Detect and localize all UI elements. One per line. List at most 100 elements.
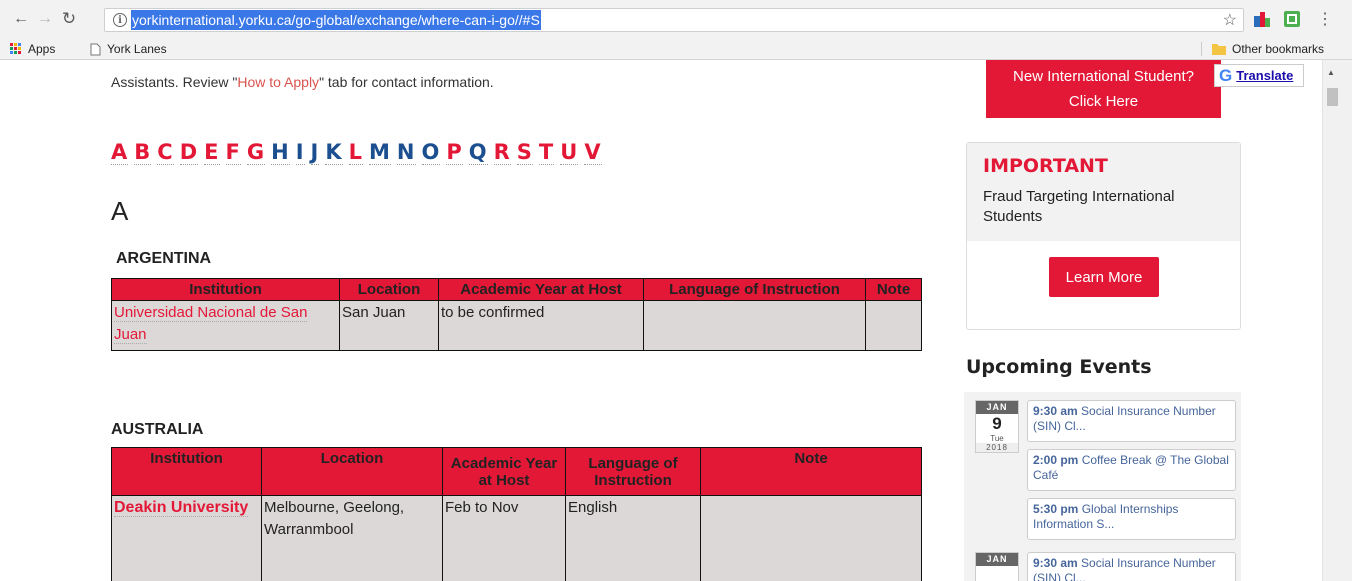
learn-more-button[interactable]: Learn More bbox=[1049, 257, 1159, 297]
letter-link-j[interactable]: J bbox=[310, 140, 320, 165]
browser-toolbar: ← → ↻ i yorkinternational.yorku.ca/go-gl… bbox=[0, 0, 1352, 38]
letter-link-o[interactable]: O bbox=[421, 140, 441, 165]
letter-link-i[interactable]: I bbox=[295, 140, 305, 165]
apps-grid-icon bbox=[10, 43, 21, 54]
letter-link-d[interactable]: D bbox=[179, 140, 199, 165]
bookmark-york-lanes-label: York Lanes bbox=[107, 42, 167, 56]
bookmarks-divider bbox=[1201, 42, 1202, 56]
cell-academic-year: to be confirmed bbox=[438, 300, 644, 351]
cal-year: 2018 bbox=[976, 443, 1018, 452]
menu-icon[interactable]: ⋮ bbox=[1314, 8, 1336, 30]
australia-table: Institution Location Academic Year at Ho… bbox=[111, 447, 922, 581]
cell-location: San Juan bbox=[339, 300, 439, 351]
how-to-apply-link[interactable]: How to Apply bbox=[237, 74, 319, 90]
letter-link-e[interactable]: E bbox=[204, 140, 220, 165]
argentina-table: Institution Location Academic Year at Ho… bbox=[111, 278, 922, 351]
forward-arrow-icon[interactable]: → bbox=[34, 8, 56, 30]
col-language: Language of Instruction bbox=[643, 278, 866, 301]
event-time: 9:30 am bbox=[1033, 404, 1078, 418]
intro-text-before: Assistants. Review " bbox=[111, 74, 238, 90]
page-icon bbox=[90, 43, 101, 55]
back-arrow-icon[interactable]: ← bbox=[10, 8, 32, 30]
translate-link[interactable]: Translate bbox=[1236, 68, 1293, 83]
col-academic-year: Academic Year at Host bbox=[438, 278, 644, 301]
event-item[interactable]: 5:30 pm Global Internships Information S… bbox=[1027, 498, 1236, 540]
cell-language: English bbox=[565, 495, 701, 581]
calendar-date-badge: JAN bbox=[975, 552, 1019, 581]
cal-month: JAN bbox=[976, 401, 1018, 414]
letter-link-k[interactable]: K bbox=[325, 140, 343, 165]
important-title: IMPORTANT bbox=[983, 155, 1108, 177]
bookmark-york-lanes[interactable]: York Lanes bbox=[90, 41, 167, 57]
table-row: Deakin University Melbourne, Geelong, Wa… bbox=[111, 495, 922, 581]
scroll-up-arrow-icon[interactable]: ▲ bbox=[1327, 68, 1335, 77]
new-student-button[interactable]: New International Student? Click Here bbox=[986, 60, 1221, 118]
event-item[interactable]: 2:00 pm Coffee Break @ The Global Café bbox=[1027, 449, 1236, 491]
cell-academic-year: Feb to Nov bbox=[442, 495, 566, 581]
intro-text-after: " tab for contact information. bbox=[319, 74, 494, 90]
event-time: 9:30 am bbox=[1033, 556, 1078, 570]
letter-link-u[interactable]: U bbox=[560, 140, 579, 165]
letter-link-v[interactable]: V bbox=[584, 140, 602, 165]
col-language: Language of Instruction bbox=[565, 447, 701, 496]
extension-icon[interactable] bbox=[1253, 10, 1271, 28]
other-bookmarks-label: Other bookmarks bbox=[1232, 42, 1325, 56]
col-institution: Institution bbox=[111, 278, 340, 301]
other-bookmarks[interactable]: Other bookmarks bbox=[1212, 41, 1324, 57]
letter-link-l[interactable]: L bbox=[348, 140, 364, 165]
letter-link-p[interactable]: P bbox=[446, 140, 463, 165]
cell-note bbox=[865, 300, 922, 351]
cell-language bbox=[643, 300, 866, 351]
important-text: Fraud Targeting International Students bbox=[983, 188, 1175, 225]
col-institution: Institution bbox=[111, 447, 262, 496]
translate-widget[interactable]: G Translate bbox=[1214, 64, 1304, 87]
info-icon[interactable]: i bbox=[113, 13, 127, 27]
intro-text: Assistants. Review "How to Apply" tab fo… bbox=[111, 74, 494, 90]
institution-link[interactable]: Universidad Nacional de San Juan bbox=[114, 304, 308, 344]
new-student-line1: New International Student? bbox=[1013, 68, 1194, 85]
letter-link-h[interactable]: H bbox=[271, 140, 290, 165]
letter-link-n[interactable]: N bbox=[396, 140, 416, 165]
letter-link-q[interactable]: Q bbox=[468, 140, 488, 165]
calendar-date-badge: JAN 9 Tue 2018 bbox=[975, 400, 1019, 453]
table-header-row: Institution Location Academic Year at Ho… bbox=[111, 447, 922, 496]
cal-day: 9 bbox=[992, 414, 1002, 433]
event-time: 5:30 pm bbox=[1033, 502, 1079, 516]
alphabet-nav: A B C D E F G H I J K L M N O P Q R S T … bbox=[111, 140, 602, 165]
new-student-line2: Click Here bbox=[1068, 93, 1139, 110]
scroll-thumb[interactable] bbox=[1327, 88, 1338, 106]
url-text[interactable]: yorkinternational.yorku.ca/go-global/exc… bbox=[131, 10, 541, 30]
star-icon[interactable]: ☆ bbox=[1223, 10, 1237, 30]
event-time: 2:00 pm bbox=[1033, 453, 1079, 467]
letter-link-r[interactable]: R bbox=[493, 140, 511, 165]
event-item[interactable]: 9:30 am Social Insurance Number (SIN) Cl… bbox=[1027, 552, 1236, 581]
country-heading-australia: AUSTRALIA bbox=[111, 421, 204, 438]
letter-link-a[interactable]: A bbox=[111, 140, 129, 165]
institution-link[interactable]: Deakin University bbox=[114, 499, 249, 517]
bookmarks-bar: Apps York Lanes Other bookmarks bbox=[0, 38, 1352, 60]
col-academic-year: Academic Year at Host bbox=[442, 447, 566, 496]
important-header: IMPORTANT Fraud Targeting International … bbox=[967, 143, 1240, 241]
letter-link-g[interactable]: G bbox=[246, 140, 266, 165]
col-note: Note bbox=[865, 278, 922, 301]
bookmark-apps-label: Apps bbox=[28, 42, 56, 56]
letter-link-s[interactable]: S bbox=[516, 140, 533, 165]
letter-link-f[interactable]: F bbox=[225, 140, 241, 165]
table-header-row: Institution Location Academic Year at Ho… bbox=[111, 278, 922, 301]
event-item[interactable]: 9:30 am Social Insurance Number (SIN) Cl… bbox=[1027, 400, 1236, 442]
cal-month: JAN bbox=[976, 553, 1018, 566]
reload-icon[interactable]: ↻ bbox=[58, 8, 80, 30]
bookmark-apps[interactable]: Apps bbox=[10, 41, 55, 57]
important-notice-card: IMPORTANT Fraud Targeting International … bbox=[966, 142, 1241, 330]
address-bar[interactable]: i yorkinternational.yorku.ca/go-global/e… bbox=[104, 8, 1244, 32]
letter-link-c[interactable]: C bbox=[157, 140, 174, 165]
page-scrollbar[interactable]: ▲ bbox=[1322, 60, 1352, 581]
cell-location: Melbourne, Geelong, Warranmbool bbox=[261, 495, 443, 581]
letter-link-b[interactable]: B bbox=[134, 140, 152, 165]
letter-link-m[interactable]: M bbox=[369, 140, 391, 165]
cal-weekday: Tue bbox=[990, 434, 1004, 443]
evernote-extension-icon[interactable] bbox=[1283, 10, 1301, 28]
cell-institution: Deakin University bbox=[111, 495, 262, 581]
letter-link-t[interactable]: T bbox=[538, 140, 555, 165]
google-g-icon: G bbox=[1219, 65, 1233, 85]
